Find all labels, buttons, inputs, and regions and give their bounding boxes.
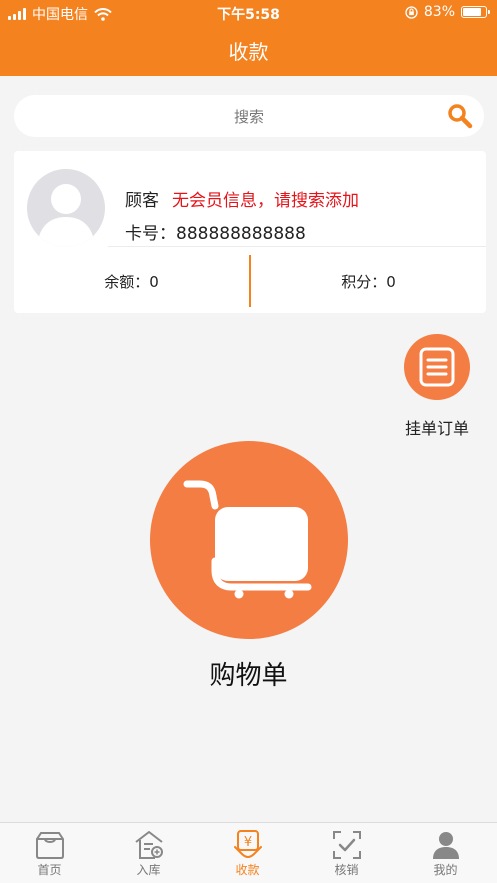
shopping-cart-button[interactable]	[150, 441, 348, 639]
cashier-icon: ¥	[234, 830, 262, 859]
tab-verify-label: 核销	[334, 863, 359, 877]
stock-in-icon	[135, 831, 163, 859]
battery-percent: 83%	[423, 4, 455, 20]
points-value: 积分：0	[341, 273, 396, 291]
tab-stock-in[interactable]: 入库	[99, 823, 198, 883]
avatar-placeholder	[27, 169, 105, 247]
battery-icon	[461, 6, 490, 18]
verify-icon	[333, 831, 361, 859]
balance-value: 余额：0	[104, 273, 159, 291]
no-member-notice[interactable]: 无会员信息，请搜索添加	[172, 186, 359, 211]
customer-label: 顾客	[125, 191, 159, 211]
shopping-cart-icon	[183, 480, 312, 599]
card-divider	[108, 246, 486, 247]
page-title: 收款	[228, 40, 269, 64]
search-bar[interactable]: 搜索	[14, 95, 484, 137]
tab-profile-label: 我的	[433, 863, 458, 877]
bottom-tab-bar: 首页 入库 ¥ 收款 核销 我的	[0, 822, 497, 883]
hold-order-label[interactable]: 挂单订单	[395, 415, 479, 439]
orientation-lock-icon	[405, 5, 418, 19]
svg-text:¥: ¥	[244, 835, 252, 850]
tab-cashier-label: 收款	[235, 863, 260, 877]
profile-icon	[433, 832, 459, 859]
home-icon	[36, 832, 64, 859]
hold-order-button[interactable]	[404, 334, 470, 400]
order-list-icon	[419, 347, 455, 387]
tab-profile[interactable]: 我的	[396, 823, 495, 883]
status-bar: 中国电信 下午5:58 83%	[0, 0, 497, 26]
default-avatar-icon	[37, 184, 95, 247]
search-icon[interactable]	[446, 102, 474, 130]
tab-home-label: 首页	[37, 863, 62, 877]
tab-verify[interactable]: 核销	[297, 823, 396, 883]
tab-home[interactable]: 首页	[0, 823, 99, 883]
card-number: 卡号：888888888888	[125, 224, 306, 244]
search-placeholder[interactable]: 搜索	[14, 106, 484, 127]
tab-cashier[interactable]: ¥ 收款	[198, 823, 297, 883]
app-header: 中国电信 下午5:58 83% 收款	[0, 0, 497, 76]
member-card: 顾客 无会员信息，请搜索添加 卡号：888888888888 余额：0 积分：0	[14, 151, 486, 313]
shopping-cart-label[interactable]: 购物单	[0, 655, 497, 692]
tab-stock-in-label: 入库	[136, 863, 161, 877]
